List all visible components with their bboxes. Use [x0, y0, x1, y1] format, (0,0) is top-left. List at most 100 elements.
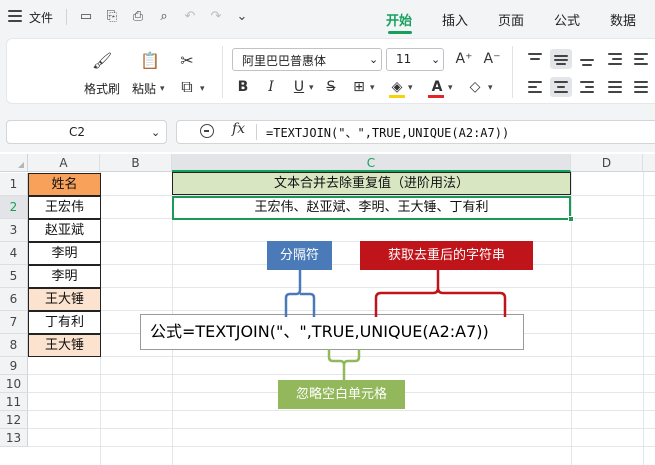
print-icon[interactable]: ⎙ [130, 9, 146, 25]
clear-format-icon[interactable]: ◇ [466, 78, 484, 96]
align-bottom-icon[interactable] [576, 49, 598, 69]
increase-font-icon[interactable]: A⁺ [454, 50, 474, 68]
name-box[interactable]: C2 ⌄ [6, 120, 167, 144]
zoom-icon[interactable] [200, 124, 214, 138]
save-icon[interactable]: ▭ [78, 9, 94, 25]
chevron-down-icon[interactable]: ▾ [488, 83, 493, 93]
chevron-down-icon[interactable]: ▾ [448, 83, 453, 93]
format-painter-button[interactable]: 格式刷 [84, 80, 120, 97]
format-painter-icon[interactable]: 🖌 [92, 52, 112, 70]
font-color-icon[interactable]: A [428, 78, 446, 96]
tab-page[interactable]: 页面 [498, 10, 524, 29]
underline-icon[interactable]: U [290, 78, 308, 96]
font-size-value: 11 [396, 52, 412, 66]
align-right-icon[interactable] [576, 77, 598, 97]
column-header-c[interactable]: C [172, 154, 571, 172]
cell-c1-title[interactable]: 文本合并去除重复值（进阶用法） [172, 172, 571, 195]
cell-a7[interactable]: 丁有利 [28, 311, 101, 334]
font-name-select[interactable]: 阿里巴巴普惠体 ⌄ [232, 48, 382, 71]
chevron-down-icon[interactable]: ▾ [200, 84, 205, 94]
divider [222, 46, 223, 98]
cell-reference: C2 [68, 125, 85, 139]
bold-icon[interactable]: B [234, 78, 252, 96]
divider [66, 9, 67, 25]
menu-bar: 文件 ▭ ⎘ ⎙ ⌕ ↶ ↷ ⌄ 开始 插入 页面 公式 数据 [0, 0, 655, 36]
outdent-icon[interactable] [630, 49, 652, 69]
print-preview-icon[interactable]: ⌕ [156, 9, 172, 25]
cell-a6[interactable]: 王大锤 [28, 288, 101, 311]
column-header-b[interactable]: B [100, 154, 172, 172]
redo-icon[interactable]: ↷ [208, 9, 224, 25]
chevron-down-icon[interactable]: ▾ [370, 83, 375, 93]
tab-insert[interactable]: 插入 [442, 10, 468, 29]
tab-formula[interactable]: 公式 [554, 10, 580, 29]
fill-handle[interactable] [568, 216, 574, 222]
tab-data[interactable]: 数据 [610, 10, 636, 29]
row-header[interactable]: 6 [0, 288, 28, 311]
chevron-down-icon[interactable]: ⌄ [151, 126, 160, 139]
row-header[interactable]: 8 [0, 334, 28, 357]
row-header[interactable]: 7 [0, 311, 28, 334]
formula-text[interactable]: =TEXTJOIN("、",TRUE,UNIQUE(A2:A7)) [266, 124, 509, 141]
column-header-e[interactable] [643, 154, 655, 172]
cell-a1[interactable]: 姓名 [28, 173, 101, 196]
chevron-down-icon[interactable]: ▾ [160, 84, 165, 94]
row-header[interactable]: 1 [0, 173, 28, 196]
formula-callout: 公式=TEXTJOIN("、",TRUE,UNIQUE(A2:A7)) [140, 314, 524, 350]
copy-icon[interactable]: ⧉ [178, 78, 196, 96]
cell-a5[interactable]: 李明 [28, 265, 101, 288]
select-all-corner[interactable] [0, 154, 28, 172]
cell-a2[interactable]: 王宏伟 [28, 196, 101, 219]
row-header[interactable]: 2 [0, 196, 28, 219]
row-header[interactable]: 3 [0, 219, 28, 242]
decrease-font-icon[interactable]: A⁻ [482, 50, 502, 68]
menu-icon[interactable] [8, 10, 22, 22]
cell-a8[interactable]: 王大锤 [28, 334, 101, 357]
row-header[interactable]: 4 [0, 242, 28, 265]
font-size-select[interactable]: 11 ⌄ [386, 48, 444, 71]
row-header[interactable]: 9 [0, 357, 28, 375]
chevron-down-icon: ⌄ [369, 53, 379, 66]
cell-a3[interactable]: 赵亚斌 [28, 219, 101, 242]
column-header-a[interactable]: A [28, 154, 100, 172]
unique-string-label: 获取去重后的字符串 [360, 241, 533, 270]
align-top-icon[interactable] [524, 49, 546, 69]
column-header-d[interactable]: D [571, 154, 643, 172]
tab-home[interactable]: 开始 [386, 10, 412, 29]
chevron-down-icon[interactable]: ▾ [309, 83, 314, 93]
row-header[interactable]: 5 [0, 265, 28, 288]
cut-icon[interactable]: ✂ [178, 52, 196, 70]
font-name-value: 阿里巴巴普惠体 [242, 54, 327, 68]
row-header[interactable]: 13 [0, 429, 28, 447]
file-menu[interactable]: 文件 [29, 9, 53, 26]
divider [512, 46, 513, 98]
justify-icon[interactable] [604, 77, 626, 97]
fx-icon[interactable]: fx [232, 121, 245, 137]
row-header[interactable]: 10 [0, 375, 28, 393]
distribute-icon[interactable] [630, 77, 652, 97]
paste-icon[interactable]: 📋 [140, 52, 160, 70]
undo-icon[interactable]: ↶ [182, 9, 198, 25]
cell-a4[interactable]: 李明 [28, 242, 101, 265]
indent-icon[interactable] [604, 49, 626, 69]
active-tab-indicator [388, 31, 412, 34]
borders-icon[interactable]: ⊞ [350, 78, 368, 96]
separator-label: 分隔符 [267, 241, 332, 270]
chevron-down-icon[interactable]: ▾ [408, 83, 413, 93]
paste-button[interactable]: 粘贴 [132, 80, 156, 97]
fill-color-icon[interactable]: ◈ [388, 78, 406, 96]
align-center-icon[interactable] [550, 77, 572, 97]
export-pdf-icon[interactable]: ⎘ [104, 9, 120, 25]
cell-c2-result[interactable]: 王宏伟、赵亚斌、李明、王大锤、丁有利 [172, 196, 571, 220]
customize-toolbar-icon[interactable]: ⌄ [234, 9, 250, 25]
fill-color-swatch [389, 95, 405, 98]
align-left-icon[interactable] [524, 77, 546, 97]
strikethrough-icon[interactable]: S̶ [322, 78, 340, 96]
row-header[interactable]: 12 [0, 411, 28, 429]
italic-icon[interactable]: I [262, 78, 280, 96]
ignore-blank-label: 忽略空白单元格 [278, 380, 405, 409]
chevron-down-icon: ⌄ [431, 53, 441, 66]
align-middle-icon[interactable] [550, 49, 572, 69]
divider [256, 124, 257, 140]
row-header[interactable]: 11 [0, 393, 28, 411]
